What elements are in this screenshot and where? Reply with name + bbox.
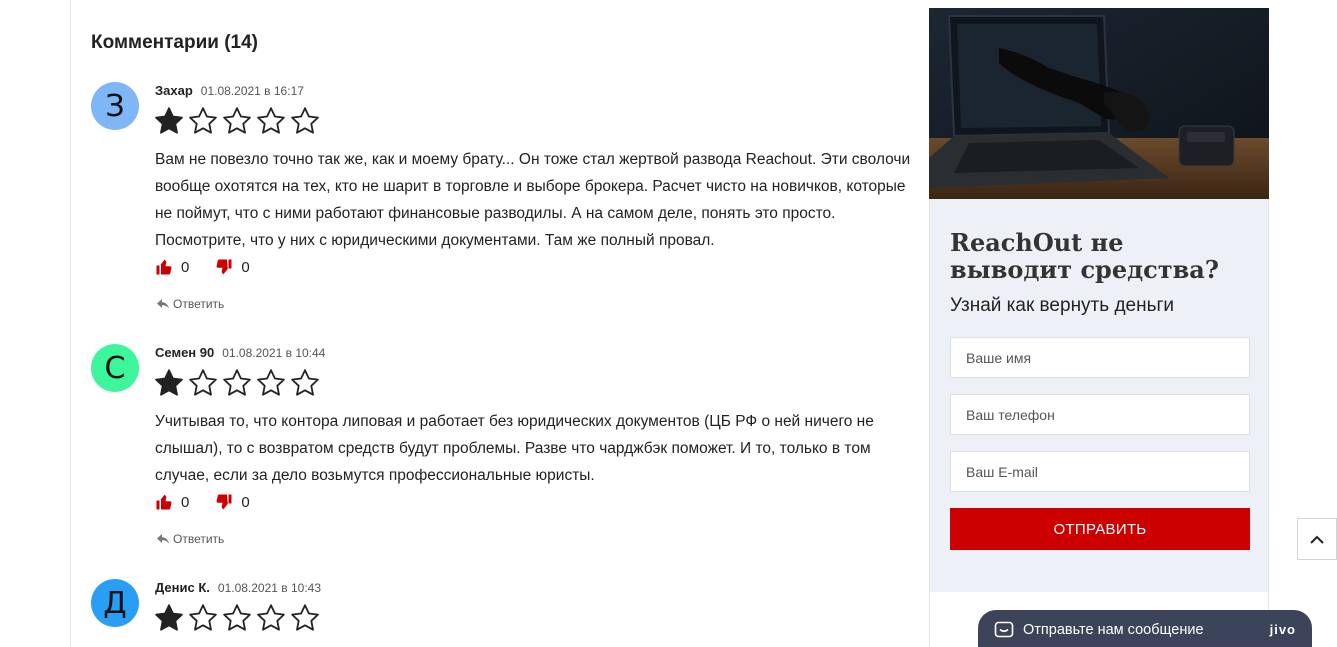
star-empty-icon — [222, 106, 256, 140]
star-empty-icon — [290, 603, 324, 637]
star-empty-icon — [256, 603, 290, 637]
like-button[interactable]: 0 — [155, 493, 189, 511]
star-filled-icon — [154, 106, 188, 140]
like-count: 0 — [181, 493, 190, 511]
star-empty-icon — [188, 106, 222, 140]
dislike-count: 0 — [241, 258, 250, 276]
callback-form: ReachOut не выводит средства? Узнай как … — [929, 199, 1269, 592]
email-input[interactable] — [950, 451, 1250, 492]
rating-stars — [154, 603, 324, 637]
comment-author: Денис К. — [155, 580, 210, 595]
comment: Д Денис К. 01.08.2021 в 10:43 — [91, 579, 921, 647]
sidebar: ReachOut не выводит средства? Узнай как … — [929, 8, 1269, 647]
reply-label: Ответить — [173, 532, 225, 546]
dislike-button[interactable]: 0 — [215, 258, 250, 276]
reply-arrow-icon — [157, 534, 169, 544]
comment-header: Денис К. 01.08.2021 в 10:43 — [155, 579, 321, 597]
comments-title: Комментарии (14) — [91, 32, 259, 53]
avatar: С — [91, 344, 139, 392]
star-empty-icon — [290, 368, 324, 402]
name-input[interactable] — [950, 337, 1250, 378]
chat-brand-logo: jivo — [1269, 622, 1296, 637]
avatar: Д — [91, 579, 139, 627]
comment-header: Семен 90 01.08.2021 в 10:44 — [155, 344, 325, 362]
dislike-button[interactable]: 0 — [215, 493, 250, 511]
chat-widget[interactable]: Отправьте нам сообщение jivo — [978, 610, 1312, 647]
dislike-count: 0 — [241, 493, 250, 511]
phone-input[interactable] — [950, 394, 1250, 435]
like-count: 0 — [181, 258, 190, 276]
form-title: ReachOut не выводит средства? — [950, 228, 1219, 284]
comment-author: Семен 90 — [155, 345, 215, 360]
star-filled-icon — [154, 603, 188, 637]
comment: З Захар 01.08.2021 в 16:17 Вам не повезло… — [91, 82, 921, 322]
comment-text: Вам не повезло точно так же, как и моему… — [155, 151, 911, 249]
comment-author: Захар — [155, 83, 193, 98]
message-icon — [994, 621, 1014, 638]
like-button[interactable]: 0 — [155, 258, 189, 276]
comment-votes: 0 0 — [155, 493, 276, 511]
reply-button[interactable]: Ответить — [157, 532, 224, 546]
scroll-top-button[interactable] — [1297, 518, 1337, 560]
comment: С Семен 90 01.08.2021 в 10:44 Учитывая то… — [91, 344, 921, 554]
star-empty-icon — [256, 368, 290, 402]
star-filled-icon — [154, 368, 188, 402]
reply-button[interactable]: Ответить — [157, 297, 224, 311]
reply-label: Ответить — [173, 297, 225, 311]
comment-date: 01.08.2021 в 10:43 — [217, 581, 322, 595]
avatar: З — [91, 82, 139, 130]
star-empty-icon — [222, 368, 256, 402]
comment-date: 01.08.2021 в 16:17 — [200, 84, 304, 98]
star-empty-icon — [290, 106, 324, 140]
rating-stars — [154, 368, 324, 402]
submit-button[interactable]: ОТПРАВИТЬ — [950, 508, 1250, 550]
thumbs-up-icon — [156, 259, 172, 275]
comments-section: Комментарии (14) З Захар 01.08.2021 в 16:… — [70, 0, 922, 647]
promo-image — [929, 8, 1269, 199]
rating-stars — [154, 106, 324, 140]
comment-text: Учитывая то, что контора липовая и работ… — [155, 413, 874, 484]
thumbs-up-icon — [156, 494, 172, 510]
thumbs-down-icon — [216, 259, 232, 275]
comment-header: Захар 01.08.2021 в 16:17 — [155, 82, 304, 100]
reply-arrow-icon — [157, 299, 169, 309]
comment-votes: 0 0 — [155, 258, 276, 276]
chevron-up-icon — [1310, 535, 1324, 544]
star-empty-icon — [222, 603, 256, 637]
star-empty-icon — [188, 603, 222, 637]
form-subtitle: Узнай как вернуть деньги — [950, 295, 1175, 316]
comment-date: 01.08.2021 в 10:44 — [222, 346, 326, 360]
chat-label: Отправьте нам сообщение — [1023, 622, 1204, 638]
thumbs-down-icon — [216, 494, 232, 510]
star-empty-icon — [256, 106, 290, 140]
star-empty-icon — [188, 368, 222, 402]
